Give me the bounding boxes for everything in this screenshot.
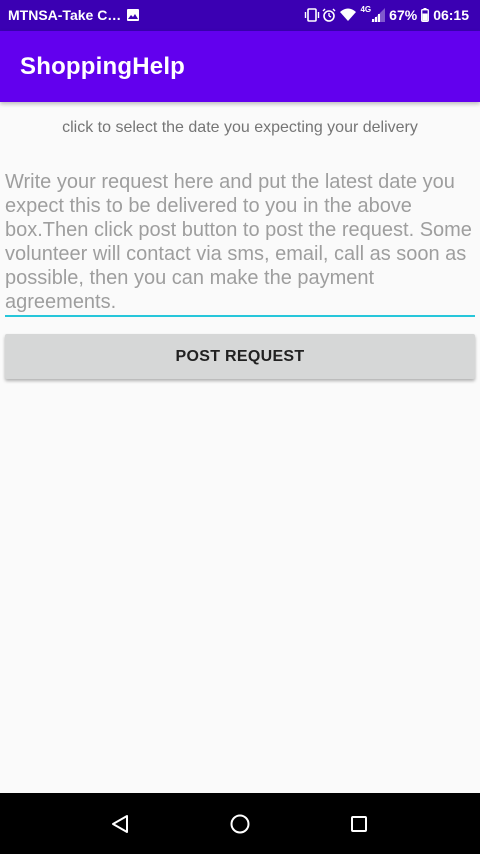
recents-button[interactable] [346, 811, 372, 837]
battery-percent: 67% [389, 7, 418, 23]
date-select-text[interactable]: click to select the date you expecting y… [0, 119, 480, 137]
status-bar: MTNSA-Take C… 4G 67% 06:15 [0, 0, 480, 31]
navigation-bar [0, 793, 480, 854]
app-title: ShoppingHelp [20, 53, 186, 80]
home-button[interactable] [227, 811, 253, 837]
post-request-button[interactable]: POST REQUEST [5, 334, 475, 379]
alarm-icon [322, 8, 336, 22]
back-icon [112, 815, 128, 833]
back-button[interactable] [107, 811, 133, 837]
wifi-icon [340, 8, 357, 22]
carrier-label: MTNSA-Take C… [8, 7, 122, 23]
vibrate-icon [304, 8, 320, 22]
screen: MTNSA-Take C… 4G 67% 06:15 ShoppingHelp … [0, 0, 480, 854]
status-right: 4G 67% 06:15 [304, 4, 469, 23]
app-bar: ShoppingHelp [0, 31, 480, 102]
image-icon [126, 8, 140, 22]
clock: 06:15 [433, 7, 469, 23]
signal-icon [371, 8, 386, 22]
battery-icon [421, 8, 430, 22]
network-type-label: 4G [360, 4, 372, 14]
status-left: MTNSA-Take C… [8, 7, 140, 23]
recents-icon [351, 816, 367, 832]
home-icon [230, 814, 250, 834]
request-input[interactable] [5, 166, 475, 317]
